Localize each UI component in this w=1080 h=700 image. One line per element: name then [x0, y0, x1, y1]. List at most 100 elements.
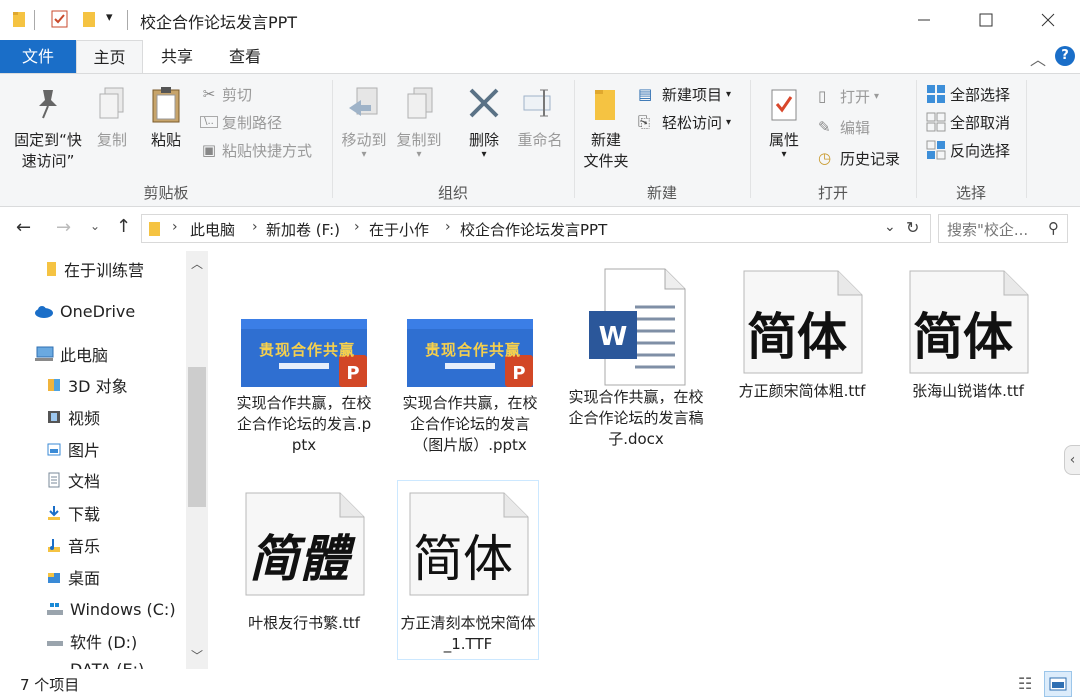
up-arrow-icon[interactable]: ↑ [116, 216, 131, 237]
nav-item-drive-d[interactable]: 软件 (D:) [46, 627, 137, 655]
nav-scrollbar-thumb[interactable] [188, 367, 206, 507]
file-item[interactable]: P 贵现合作共赢 实现合作共赢，在校企合作论坛的发言（图片版）.pptx [400, 251, 540, 471]
nav-item-label: 此电脑 [60, 346, 109, 365]
breadcrumb-folder[interactable]: 在于小作 [369, 219, 429, 240]
select-none-button[interactable]: 全部取消 [926, 110, 1010, 134]
maximize-button[interactable] [955, 0, 1017, 40]
nav-item-label: OneDrive [60, 301, 136, 321]
edit-button[interactable]: ✎ 编辑 [818, 115, 870, 139]
address-bar[interactable]: › 此电脑 › 新加卷 (F:) › 在于小作 › 校企合作论坛发言PPT ⌄ … [141, 214, 931, 243]
scroll-up-icon[interactable]: ︿ [191, 255, 203, 272]
nav-item-pictures[interactable]: 图片 [46, 435, 100, 463]
tab-share[interactable]: 共享 [143, 40, 211, 73]
font-file-icon: 简体 [904, 269, 1032, 377]
new-item-button[interactable]: ▤ 新建项目 ▾ [638, 82, 731, 106]
new-folder-button[interactable]: 新建 文件夹 [580, 86, 632, 172]
nav-item-onedrive[interactable]: OneDrive [34, 297, 135, 325]
rename-button[interactable]: 重命名 [512, 86, 568, 151]
pin-quick-access-button[interactable]: 固定到“快 速访问” [6, 86, 90, 172]
picture-icon [47, 443, 61, 456]
nav-item-label: 3D 对象 [68, 377, 128, 396]
file-item[interactable]: 简体 张海山锐谐体.ttf [898, 251, 1038, 471]
status-bar: 7 个项目 ☷ [0, 669, 1080, 700]
collapse-ribbon-icon[interactable]: ︿ [1030, 46, 1046, 70]
recent-locations-chevron-icon[interactable]: ⌄ [90, 219, 100, 233]
nav-scrollbar[interactable]: ︿ ﹀ [186, 251, 208, 669]
history-button[interactable]: ◷ 历史记录 [818, 146, 900, 170]
help-icon[interactable]: ? [1055, 46, 1075, 66]
paste-shortcut-label: 粘贴快捷方式 [222, 141, 313, 160]
file-item[interactable]: 简体 方正颜宋简体粗.ttf [732, 251, 872, 471]
preview-pane-toggle-icon[interactable]: ‹ [1064, 445, 1080, 475]
details-view-icon[interactable]: ☷ [1018, 674, 1032, 693]
history-icon: ◷ [818, 149, 832, 167]
copy-to-button[interactable]: 复制到 ▾ [393, 86, 445, 160]
chevron-down-icon[interactable]: ▾ [106, 10, 113, 25]
drive-icon [47, 641, 63, 646]
copy-path-button[interactable]: \.. 复制路径 [200, 110, 282, 134]
minimize-button[interactable] [893, 0, 955, 40]
file-item[interactable]: 简體 叶根友行书繁.ttf [234, 483, 374, 659]
address-dropdown-chevron-icon[interactable]: ⌄ [884, 219, 896, 235]
nav-item-this-pc[interactable]: 此电脑 [34, 340, 108, 368]
open-button[interactable]: ▯ 打开 ▾ [818, 84, 879, 108]
file-item[interactable]: P 贵现合作共赢 实现合作共赢，在校企合作论坛的发言.pptx [234, 251, 374, 471]
nav-item-drive-e[interactable]: DATA (E:) [46, 655, 144, 670]
nav-item-music[interactable]: 音乐 [46, 531, 100, 559]
new-item-icon: ▤ [638, 85, 653, 103]
tab-file[interactable]: 文件 [0, 40, 76, 73]
properties-button[interactable]: 属性 ▾ [762, 86, 806, 160]
breadcrumb-this-pc[interactable]: 此电脑 [190, 219, 235, 240]
new-folder-label: 新建 [590, 131, 621, 149]
font-sample-text: 简體 [249, 529, 349, 588]
pin-label-2: 速访问” [21, 152, 75, 170]
easy-access-button[interactable]: ⎘ 轻松访问 ▾ [638, 110, 731, 134]
forward-arrow-icon[interactable]: → [56, 217, 71, 238]
close-button[interactable] [1017, 0, 1079, 40]
search-placeholder: 搜索"校企... [947, 221, 1029, 239]
nav-item-drive-c[interactable]: Windows (C:) [46, 595, 176, 623]
open-icon: ▯ [818, 87, 827, 105]
nav-item-label: 在于训练营 [64, 261, 145, 280]
refresh-icon[interactable]: ↻ [906, 218, 919, 237]
breadcrumb-current[interactable]: 校企合作论坛发言PPT [460, 219, 607, 240]
svg-text:W: W [599, 322, 628, 352]
path-icon: \.. [200, 116, 218, 128]
nav-item-desktop[interactable]: 桌面 [46, 563, 100, 591]
move-to-button[interactable]: 移动到 ▾ [338, 86, 390, 160]
tab-view[interactable]: 查看 [211, 40, 279, 73]
file-name: 方正清刻本悦宋简体_1.TTF [400, 614, 536, 653]
nav-item-3d-objects[interactable]: 3D 对象 [46, 371, 128, 399]
paste-shortcut-button[interactable]: ▣ 粘贴快捷方式 [200, 138, 312, 162]
search-icon[interactable]: ⚲ [1048, 219, 1059, 237]
chevron-down-icon: ▾ [726, 88, 732, 100]
navigation-pane: 在于训练营 OneDrive 此电脑 3D 对象 视频 图片 文档 下载 音乐 … [0, 251, 212, 669]
word-document-icon: W [571, 261, 701, 395]
chevron-down-icon: ▾ [726, 116, 732, 128]
delete-button[interactable]: 删除 ▾ [462, 86, 506, 160]
new-folder-quick-icon[interactable] [82, 9, 98, 29]
group-label-new: 新建 [646, 184, 677, 202]
search-box[interactable]: 搜索"校企... ⚲ [938, 214, 1068, 243]
back-arrow-icon[interactable]: ← [16, 217, 31, 238]
file-item[interactable]: W 实现合作共赢，在校企合作论坛的发言稿子.docx [566, 251, 706, 471]
nav-item-videos[interactable]: 视频 [46, 403, 100, 431]
font-file-icon: 简體 [240, 491, 368, 599]
nav-item-documents[interactable]: 文档 [46, 466, 100, 494]
breadcrumb-drive-f[interactable]: 新加卷 (F:) [266, 219, 340, 240]
file-item-selected[interactable]: 简体 方正清刻本悦宋简体_1.TTF [397, 480, 539, 660]
tab-home[interactable]: 主页 [76, 40, 143, 74]
properties-check-icon[interactable] [50, 9, 70, 29]
cut-button[interactable]: ✂ 剪切 [200, 82, 252, 106]
paste-button[interactable]: 粘贴 [146, 86, 186, 151]
copy-button[interactable]: 复制 [92, 86, 132, 151]
nav-item-downloads[interactable]: 下载 [46, 499, 100, 527]
select-all-button[interactable]: 全部选择 [926, 82, 1010, 106]
scroll-down-icon[interactable]: ﹀ [191, 647, 203, 664]
large-icons-view-icon[interactable] [1044, 671, 1072, 697]
copy-label: 复制 [96, 131, 127, 149]
nav-item-training-camp[interactable]: 在于训练营 [46, 255, 144, 283]
invert-selection-button[interactable]: 反向选择 [926, 138, 1010, 162]
cloud-icon [35, 306, 53, 318]
move-to-label: 移动到 [341, 131, 387, 149]
